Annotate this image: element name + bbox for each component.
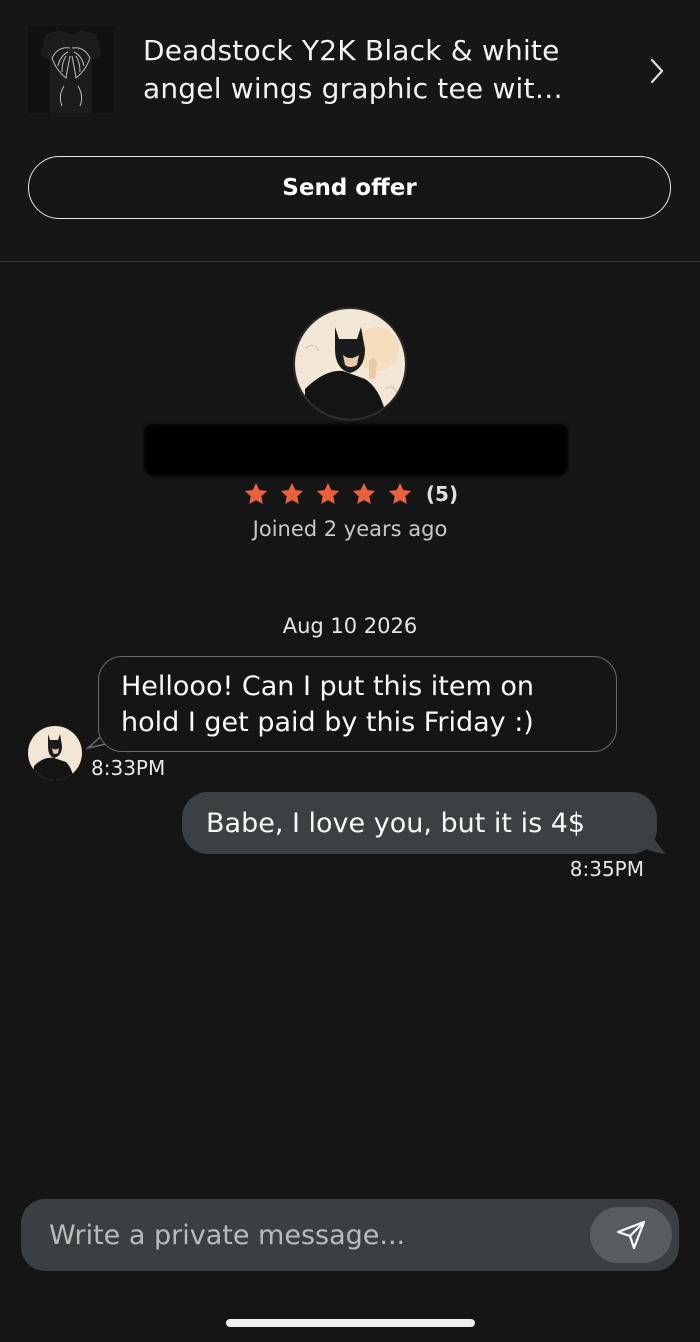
send-button[interactable] <box>590 1207 672 1263</box>
incoming-message[interactable]: Hellooo! Can I put this item on hold I g… <box>98 656 617 752</box>
message-timestamp: 8:35PM <box>569 857 644 881</box>
star-icon <box>316 482 339 505</box>
message-composer <box>21 1199 679 1271</box>
message-input[interactable] <box>49 1213 589 1257</box>
star-icon <box>352 482 375 505</box>
sender-avatar[interactable] <box>28 726 82 780</box>
rating: (5) <box>0 480 700 508</box>
listing-header[interactable]: Deadstock Y2K Black & white angel wings … <box>0 0 700 262</box>
chevron-right-icon[interactable] <box>644 54 670 88</box>
home-indicator[interactable] <box>226 1319 475 1327</box>
conversation-date: Aug 10 2026 <box>282 614 418 638</box>
rating-count: (5) <box>425 482 459 506</box>
tee-thumbnail[interactable] <box>28 26 114 113</box>
listing-title[interactable]: Deadstock Y2K Black & white angel wings … <box>143 32 613 108</box>
user-avatar[interactable] <box>293 307 407 421</box>
star-icon <box>244 482 267 505</box>
joined-date: Joined 2 years ago <box>252 517 448 541</box>
send-icon <box>616 1220 646 1250</box>
outgoing-message[interactable]: Babe, I love you, but it is 4$ <box>182 792 657 854</box>
star-icon <box>388 482 411 505</box>
star-icon <box>280 482 303 505</box>
send-offer-button[interactable]: Send offer <box>28 156 671 219</box>
redacted-username <box>144 424 568 476</box>
message-timestamp: 8:33PM <box>91 756 166 780</box>
